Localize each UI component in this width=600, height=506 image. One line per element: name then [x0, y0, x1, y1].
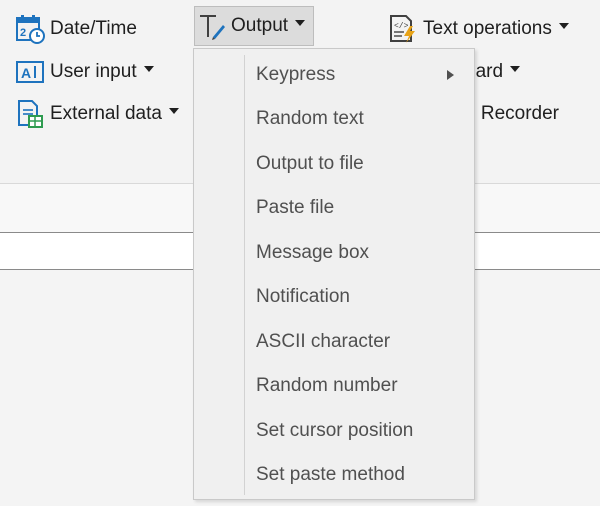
code-lightning-icon: </>	[387, 13, 419, 45]
menu-item-keypress[interactable]: Keypress	[246, 53, 472, 97]
chevron-down-icon	[558, 23, 569, 29]
menu-item-random-text[interactable]: Random text	[246, 97, 472, 141]
menu-item-message-box[interactable]: Message box	[246, 231, 472, 275]
text-cursor-pen-icon	[195, 10, 227, 42]
menu-item-label: Keypress	[256, 64, 336, 85]
datetime-button[interactable]: 2 Date/Time	[14, 13, 137, 45]
chevron-down-icon	[168, 108, 179, 114]
chevron-down-icon	[295, 20, 306, 26]
external-data-label: External data	[50, 103, 162, 124]
text-input-icon: A	[14, 56, 46, 88]
menu-item-label: Paste file	[256, 197, 335, 218]
user-input-button[interactable]: A User input	[14, 56, 154, 88]
chevron-right-icon	[447, 70, 454, 80]
macro-recorder-label: o Recorder	[465, 103, 559, 124]
menu-item-notification[interactable]: Notification	[246, 275, 472, 319]
user-input-label: User input	[50, 61, 137, 82]
menu-item-label: Set cursor position	[256, 420, 414, 441]
menu-item-label: Notification	[256, 286, 350, 307]
menu-item-label: Random text	[256, 108, 364, 129]
menu-item-ascii-character[interactable]: ASCII character	[246, 320, 472, 364]
menu-item-label: Message box	[256, 242, 370, 263]
svg-text:A: A	[21, 65, 31, 81]
macro-recorder-button[interactable]: o Recorder	[465, 98, 559, 130]
calendar-clock-icon: 2	[14, 13, 46, 45]
menu-item-random-number[interactable]: Random number	[246, 364, 472, 408]
menu-item-label: Output to file	[256, 153, 364, 174]
menu-item-paste-file[interactable]: Paste file	[246, 186, 472, 230]
chevron-down-icon	[510, 66, 521, 72]
external-data-button[interactable]: External data	[14, 98, 179, 130]
menu-item-label: ASCII character	[256, 331, 391, 352]
output-label: Output	[231, 15, 289, 36]
menu-gutter	[244, 55, 245, 495]
menu-item-label: Random number	[256, 375, 398, 396]
document-table-icon	[14, 98, 46, 130]
menu-item-output-to-file[interactable]: Output to file	[246, 142, 472, 186]
text-operations-label: Text operations	[423, 18, 552, 39]
menu-item-label: Set paste method	[256, 464, 405, 485]
menu-item-set-cursor-position[interactable]: Set cursor position	[246, 409, 472, 453]
output-button[interactable]: Output	[194, 6, 315, 46]
text-operations-button[interactable]: </> Text operations	[387, 13, 569, 45]
svg-text:2: 2	[20, 27, 26, 39]
output-dropdown-menu: Keypress Random text Output to file Past…	[193, 48, 475, 500]
datetime-label: Date/Time	[50, 18, 137, 39]
chevron-down-icon	[143, 66, 154, 72]
svg-text:</>: </>	[394, 22, 409, 31]
menu-item-set-paste-method[interactable]: Set paste method	[246, 453, 472, 497]
